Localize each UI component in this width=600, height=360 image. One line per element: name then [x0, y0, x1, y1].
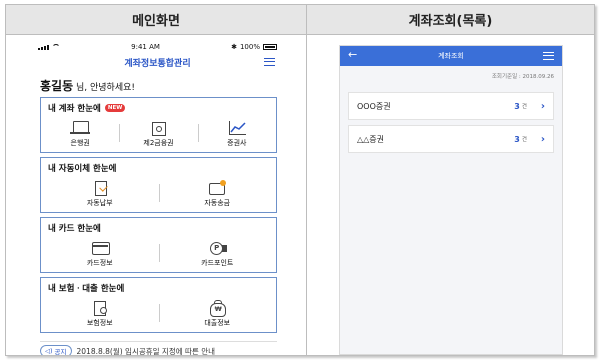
hamburger-menu-icon[interactable] — [264, 58, 275, 66]
app-title: 계좌정보통합관리 — [124, 58, 191, 69]
checklist-icon — [89, 180, 111, 196]
account-list-header: 계좌조회(목록) — [307, 5, 594, 35]
main-screen-header: 메인화면 — [6, 5, 306, 35]
wallet-icon — [206, 180, 228, 196]
menu-item-insurance-info[interactable]: 보험정보 — [41, 300, 159, 328]
account-count-unit: 건 — [521, 104, 527, 110]
section-insurance-loan: 내 보험ㆍ대출 한눈에 보험정보 대출정보 — [40, 277, 277, 333]
menu-item-loan-info[interactable]: 대출정보 — [158, 300, 277, 328]
account-row[interactable]: OOO증권 3 건 › — [348, 92, 554, 120]
menu-item-label: 자동납부 — [86, 199, 113, 207]
status-time: 9:41 AM — [131, 43, 160, 51]
account-list-column: 계좌조회(목록) ← 계좌조회 조회기준일 : 2018.09.26 OOO증권… — [306, 5, 594, 355]
hamburger-menu-icon[interactable] — [543, 52, 554, 60]
card-icon — [89, 240, 111, 256]
account-list-screen: ← 계좌조회 조회기준일 : 2018.09.26 OOO증권 3 건 › △△… — [339, 45, 563, 355]
top-bar: ← 계좌조회 — [340, 46, 562, 66]
laptop-icon — [69, 120, 91, 136]
point-icon — [206, 240, 228, 256]
menu-item-label: 보험정보 — [86, 319, 113, 327]
account-count: 3 — [514, 101, 520, 111]
account-row[interactable]: △△증권 3 건 › — [348, 125, 554, 153]
account-name: △△증권 — [357, 134, 385, 144]
status-bar: 9:41 AM ✱ 100% — [34, 41, 281, 53]
main-screen-column: 메인화면 9:41 AM ✱ 100% 계좌정보통합관리 홍길동 님, 안녕하세… — [6, 5, 306, 355]
money-bag-icon — [206, 300, 228, 317]
menu-item-auto-remittance[interactable]: 자동송금 — [158, 180, 277, 208]
screen-title: 계좌조회 — [438, 52, 464, 60]
account-name: OOO증권 — [357, 101, 391, 111]
notice-text: 2018.8.8(월) 임시공휴일 지정에 따른 안내 — [76, 346, 216, 356]
comparison-table: 메인화면 9:41 AM ✱ 100% 계좌정보통합관리 홍길동 님, 안녕하세… — [5, 4, 595, 356]
section-my-accounts: 내 계좌 한눈에 NEW 은행권 제2금융권 증권사 — [40, 97, 277, 153]
menu-item-bank[interactable]: 은행권 — [41, 120, 119, 148]
menu-item-card-points[interactable]: 카드포인트 — [158, 240, 277, 268]
section-title: 내 계좌 한눈에 — [48, 104, 101, 114]
speaker-icon: ◁) — [45, 347, 53, 355]
menu-item-secondary-finance[interactable]: 제2금융권 — [119, 120, 197, 148]
wifi-icon — [52, 44, 60, 50]
user-name: 홍길동 — [40, 79, 74, 93]
menu-item-label: 은행권 — [70, 139, 90, 147]
notice-badge-label: 공지 — [54, 348, 67, 355]
section-my-cards: 내 카드 한눈에 카드정보 카드포인트 — [40, 217, 277, 273]
signal-icon — [38, 44, 49, 50]
search-doc-icon — [89, 300, 111, 316]
menu-item-label: 대출정보 — [204, 319, 231, 327]
section-title: 내 보험ㆍ대출 한눈에 — [48, 284, 125, 294]
menu-item-label: 자동송금 — [204, 199, 231, 207]
menu-item-label: 제2금융권 — [143, 139, 174, 147]
section-auto-transfer: 내 자동이체 한눈에 자동납부 자동송금 — [40, 157, 277, 213]
notice-bar[interactable]: ◁) 공지 2018.8.8(월) 임시공휴일 지정에 따른 안내 — [40, 341, 277, 355]
menu-item-label: 카드정보 — [86, 259, 113, 267]
chevron-right-icon: › — [540, 133, 545, 145]
bluetooth-icon: ✱ — [231, 43, 237, 51]
new-badge: NEW — [104, 104, 126, 112]
chevron-right-icon: › — [540, 100, 545, 112]
notice-badge: ◁) 공지 — [40, 345, 72, 355]
menu-item-label: 카드포인트 — [201, 259, 234, 267]
safe-icon — [147, 120, 169, 136]
menu-item-label: 증권사 — [227, 139, 247, 147]
account-count-unit: 건 — [521, 137, 527, 143]
menu-item-card-info[interactable]: 카드정보 — [41, 240, 159, 268]
menu-item-auto-payment[interactable]: 자동납부 — [41, 180, 159, 208]
menu-item-securities[interactable]: 증권사 — [197, 120, 276, 148]
chart-icon — [226, 120, 248, 136]
section-title: 내 자동이체 한눈에 — [48, 164, 117, 174]
back-arrow-icon[interactable]: ← — [348, 49, 357, 61]
greeting: 홍길동 님, 안녕하세요! — [34, 77, 281, 94]
main-phone-screen: 9:41 AM ✱ 100% 계좌정보통합관리 홍길동 님, 안녕하세요! 내 … — [34, 41, 281, 355]
section-title: 내 카드 한눈에 — [48, 224, 101, 234]
battery-percent: 100% — [239, 43, 260, 51]
greeting-text: 님, 안녕하세요! — [76, 83, 136, 93]
battery-icon — [262, 44, 277, 50]
account-count: 3 — [514, 134, 520, 144]
app-title-bar: 계좌정보통합관리 — [34, 53, 281, 71]
query-date: 조회기준일 : 2018.09.26 — [491, 74, 554, 80]
